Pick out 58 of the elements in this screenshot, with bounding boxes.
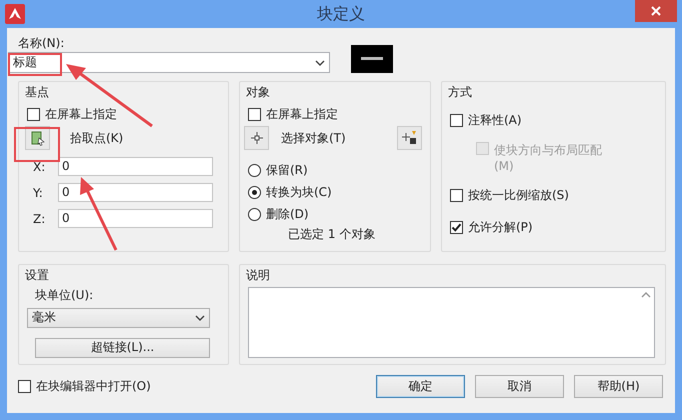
name-combobox[interactable]: 标题 [8,52,330,73]
coordinate-label: X: [32,160,46,174]
coordinate-field[interactable]: 0 [58,157,213,176]
window-title: 块定义 [317,3,365,25]
checkbox[interactable] [248,108,261,120]
radio-label: 删除(D) [266,206,309,222]
dialog-button[interactable]: 确定 [376,375,465,398]
description-field[interactable] [248,287,655,358]
coordinate-field[interactable]: 0 [58,209,213,228]
radio-button[interactable] [248,208,261,220]
app-icon [5,4,25,24]
checkbox-label: 允许分解(P) [468,218,533,236]
pick-point-label: 拾取点(K) [70,130,124,146]
radio-button[interactable] [248,186,261,198]
group-title: 设置 [25,267,49,283]
checkbox[interactable] [450,220,463,234]
group-title: 对象 [246,84,270,100]
radio-label: 转换为块(C) [266,184,332,200]
coordinate-field[interactable]: 0 [58,183,213,202]
checkbox-label: 使块方向与布局匹配(M) [494,142,602,173]
checkbox-label: 在屏幕上指定 [45,106,117,122]
chevron-down-icon [315,60,325,66]
radio-label: 保留(R) [266,162,308,178]
checkbox[interactable] [18,380,31,393]
close-button[interactable] [635,0,677,22]
quick-select-button[interactable] [397,126,422,150]
group-title: 说明 [246,267,270,283]
dialog-button[interactable]: 帮助(H) [574,375,663,398]
select-objects-label: 选择对象(T) [281,130,346,146]
hyperlink-button[interactable]: 超链接(L)... [35,338,210,358]
highlight-frame [14,127,60,162]
coordinate-label: Z: [32,212,46,226]
checkbox-label: 在屏幕上指定 [266,106,338,122]
document-cursor-icon [30,130,44,146]
close-icon [651,6,661,16]
checkbox[interactable] [450,188,463,202]
block-preview [351,45,393,73]
unit-dropdown[interactable]: 毫米 [27,308,210,328]
radio-button[interactable] [248,164,261,176]
select-objects-button[interactable] [244,126,269,150]
highlight-frame [8,53,62,76]
name-label: 名称(N): [18,36,66,50]
checkbox[interactable] [450,114,463,126]
checkbox-label: 注释性(A) [468,112,522,128]
group-title: 基点 [25,84,49,100]
checkbox-label: 在块编辑器中打开(O) [36,378,151,395]
chevron-down-icon [195,314,205,321]
pick-point-button[interactable] [25,126,50,150]
selection-summary: 已选定 1 个对象 [288,226,376,243]
coordinate-label: Y: [32,186,44,200]
checkbox[interactable] [27,108,40,120]
dialog-button[interactable]: 取消 [475,375,564,398]
group-title: 方式 [448,84,472,100]
checkbox-label: 按统一比例缩放(S) [468,186,569,204]
crosshair-icon [250,132,262,144]
quick-select-icon [402,130,418,146]
scroll-up-icon[interactable] [641,292,651,298]
unit-label: 块单位(U): [35,287,94,304]
